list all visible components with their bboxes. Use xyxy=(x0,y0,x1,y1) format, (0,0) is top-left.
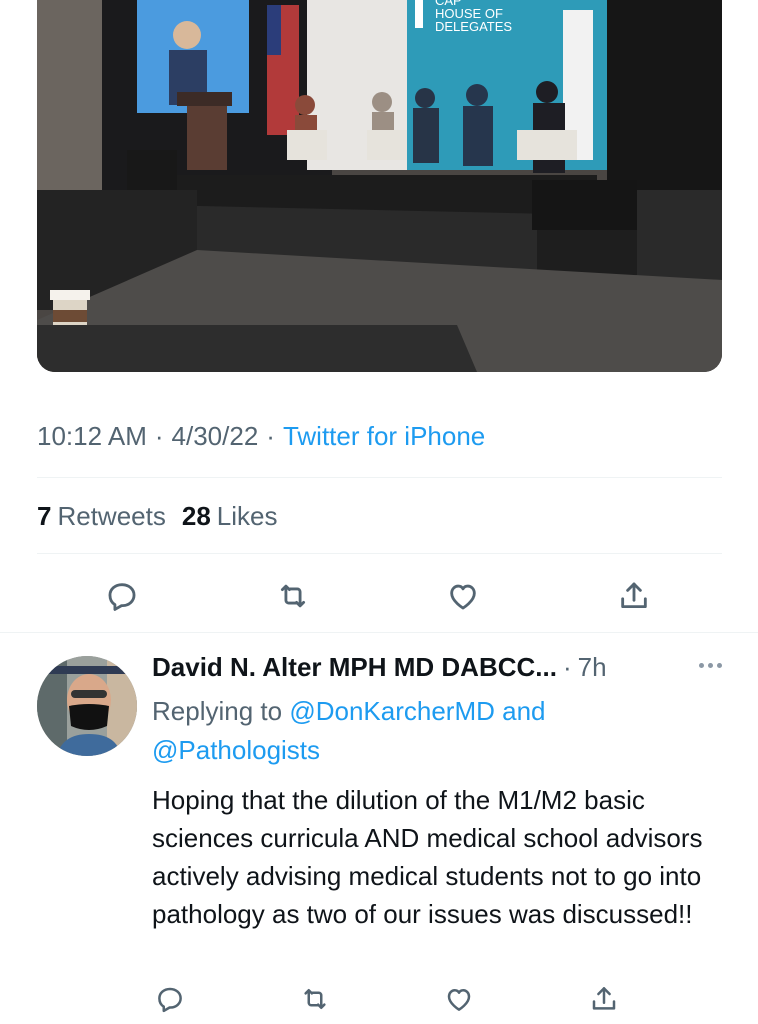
tweet-stats: 7 Retweets 28 Likes xyxy=(37,498,293,534)
separator-dot: · xyxy=(266,420,275,451)
user-avatar-image xyxy=(37,656,137,756)
separator-dot: · xyxy=(562,651,572,682)
share-button[interactable] xyxy=(582,977,626,1021)
reply-text: Hoping that the dilution of the M1/M2 ba… xyxy=(152,785,703,929)
share-icon xyxy=(592,987,616,1010)
reply-button[interactable] xyxy=(100,574,144,618)
reply-tweet[interactable]: David N. Alter MPH MD DABCC... · 7h Repl… xyxy=(0,640,758,1024)
retweet-icon xyxy=(304,989,326,1009)
retweet-button[interactable] xyxy=(271,574,315,618)
reply-time-ago[interactable]: 7h xyxy=(578,652,607,683)
share-icon xyxy=(621,582,647,609)
reply-author-name[interactable]: David N. Alter MPH MD DABCC... xyxy=(152,652,557,683)
divider xyxy=(37,553,722,554)
replying-to: Replying to @DonKarcherMD and @Pathologi… xyxy=(152,692,732,770)
heart-icon xyxy=(447,989,471,1011)
retweets-count: 7 xyxy=(37,500,52,531)
tweet-timestamp-row: 10:12 AM · 4/30/22 · Twitter for iPhone xyxy=(37,418,485,454)
like-button[interactable] xyxy=(441,574,485,618)
likes-label: Likes xyxy=(216,500,278,531)
more-options-button[interactable] xyxy=(690,650,730,680)
more-dot xyxy=(698,662,704,668)
reply-icon xyxy=(108,583,136,611)
tweet-action-bar xyxy=(37,574,722,618)
heart-icon xyxy=(450,584,476,610)
banner-line-3: DELEGATES xyxy=(435,19,512,34)
likes-count: 28 xyxy=(181,500,211,531)
divider xyxy=(0,632,758,633)
retweet-icon xyxy=(280,584,306,608)
more-dot xyxy=(716,662,722,668)
share-button[interactable] xyxy=(612,574,656,618)
tweet-source-link[interactable]: Twitter for iPhone xyxy=(283,421,485,452)
reply-button[interactable] xyxy=(148,977,192,1021)
separator-dot: · xyxy=(154,420,164,451)
retweet-button[interactable] xyxy=(293,977,337,1021)
like-button[interactable] xyxy=(437,977,481,1021)
retweets-label: Retweets xyxy=(57,500,166,531)
mention-link[interactable]: @DonKarcherMD xyxy=(289,696,495,726)
likes-stat[interactable]: 28 Likes xyxy=(182,501,278,532)
tweet-photo[interactable]: CAP HOUSE OF DELEGATES xyxy=(37,0,722,372)
reply-action-bar xyxy=(148,977,628,1021)
and-others-link[interactable]: and xyxy=(502,696,545,726)
retweets-stat[interactable]: 7 Retweets xyxy=(37,501,166,532)
replying-prefix: Replying to xyxy=(152,696,283,726)
mention-link[interactable]: @Pathologists xyxy=(152,735,320,765)
reply-header: David N. Alter MPH MD DABCC... · 7h xyxy=(152,648,732,686)
avatar[interactable] xyxy=(37,656,137,756)
reply-icon xyxy=(158,987,182,1013)
divider xyxy=(37,477,722,478)
tweet-date[interactable]: 4/30/22 xyxy=(172,421,259,452)
conference-panel-photo: CAP HOUSE OF DELEGATES xyxy=(37,0,722,372)
more-dot xyxy=(707,662,713,668)
tweet-time[interactable]: 10:12 AM xyxy=(37,421,147,452)
